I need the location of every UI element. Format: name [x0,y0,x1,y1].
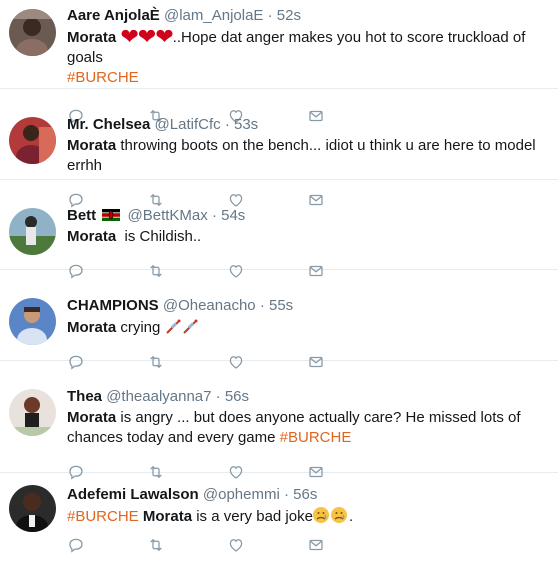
syringe-icon [165,319,198,334]
separator: · [224,116,230,133]
user-handle[interactable]: @theaalyanna7 [106,388,211,405]
separator: · [215,388,221,405]
tweet-text: Morata ❤❤❤..Hope dat anger makes you hot… [67,24,548,88]
tweet: Mr. Chelsea @LatifCfc · 53s Morata throw… [0,89,558,208]
keyword: Morata [142,508,193,525]
timestamp[interactable]: 53s [234,116,258,133]
display-name[interactable]: Adefemi Lawalson [67,486,199,503]
tweet-header: Bett @BettKMax · 54s [67,206,548,226]
tweet-header: CHAMPIONS @Oheanacho · 55s [67,296,548,316]
separator: · [259,297,265,314]
timestamp[interactable]: 55s [269,297,293,314]
action-bar [67,531,548,559]
tweet-text: Morata throwing boots on the bench... id… [67,136,548,176]
text-fragment: is a very bad joke [192,508,313,525]
timestamp[interactable]: 52s [277,7,301,24]
hashtag-link[interactable]: #BURCHE [280,429,352,446]
avatar[interactable] [9,389,56,436]
tweet: Thea @theaalyanna7 · 56s Morata is angry… [0,361,558,480]
timestamp[interactable]: 56s [225,388,249,405]
keyword: Morata [67,409,117,426]
display-name[interactable]: Mr. Chelsea [67,116,150,133]
tweet-feed: Aare AnjolaÈ @lam_AnjolaE · 52s Morata ❤… [0,0,558,575]
reply-icon [69,538,83,553]
tweet-header: Mr. Chelsea @LatifCfc · 53s [67,115,548,135]
tweet: Bett @BettKMax · 54s Morata is Childish.… [0,180,558,279]
avatar[interactable] [9,485,56,532]
display-name[interactable]: Aare AnjolaÈ [67,7,160,24]
tweet: Adefemi Lawalson @ophemmi · 56s #BURCHE … [0,473,558,575]
text-fragment: crying [116,319,165,336]
separator: · [267,7,273,24]
tweet-text: Morata is angry ... but does anyone actu… [67,408,548,448]
sad-face-icon [312,507,347,523]
text-fragment: . [348,508,354,525]
user-handle[interactable]: @BettKMax [128,207,208,224]
timestamp[interactable]: 54s [221,207,245,224]
dm-button[interactable] [307,535,387,555]
tweet: CHAMPIONS @Oheanacho · 55s Morata crying [0,270,558,370]
user-handle[interactable]: @lam_AnjolaE [164,7,263,24]
hashtag-link[interactable]: #BURCHE [67,508,139,525]
user-handle[interactable]: @LatifCfc [155,116,221,133]
text-fragment: throwing boots on the bench... idiot u t… [67,137,536,174]
tweet-text: Morata is Childish.. [67,227,548,247]
text-fragment: is Childish.. [116,228,202,245]
user-handle[interactable]: @Oheanacho [163,297,256,314]
separator: · [211,207,217,224]
tweet-text: #BURCHE Morata is a very bad joke. [67,506,548,527]
keyword: Morata [67,319,117,336]
retweet-icon [150,538,162,552]
timestamp[interactable]: 56s [293,486,317,503]
like-button[interactable] [227,535,307,555]
avatar[interactable] [9,208,56,255]
avatar[interactable] [9,298,56,345]
avatar[interactable] [9,9,56,56]
heart-icon [229,539,243,552]
envelope-icon [309,539,323,551]
display-name[interactable]: Bett [67,207,96,224]
tweet-header: Thea @theaalyanna7 · 56s [67,387,548,407]
keyword: Morata [67,228,117,245]
reply-button[interactable] [67,535,147,555]
tweet-header: Adefemi Lawalson @ophemmi · 56s [67,485,548,505]
tweet-text: Morata crying [67,317,548,338]
hearts-emoji: ❤❤❤ [120,24,173,49]
keyword: Morata [67,137,117,154]
tweet: Aare AnjolaÈ @lam_AnjolaE · 52s Morata ❤… [0,0,558,124]
hashtag-link[interactable]: #BURCHE [67,69,139,86]
user-handle[interactable]: @ophemmi [203,486,280,503]
tweet-header: Aare AnjolaÈ @lam_AnjolaE · 52s [67,6,548,26]
display-name[interactable]: CHAMPIONS [67,297,159,314]
retweet-button[interactable] [147,535,227,555]
display-name[interactable]: Thea [67,388,102,405]
avatar[interactable] [9,117,56,164]
kenya-flag-icon [102,209,121,221]
separator: · [283,486,289,503]
keyword: Morata [67,29,117,46]
